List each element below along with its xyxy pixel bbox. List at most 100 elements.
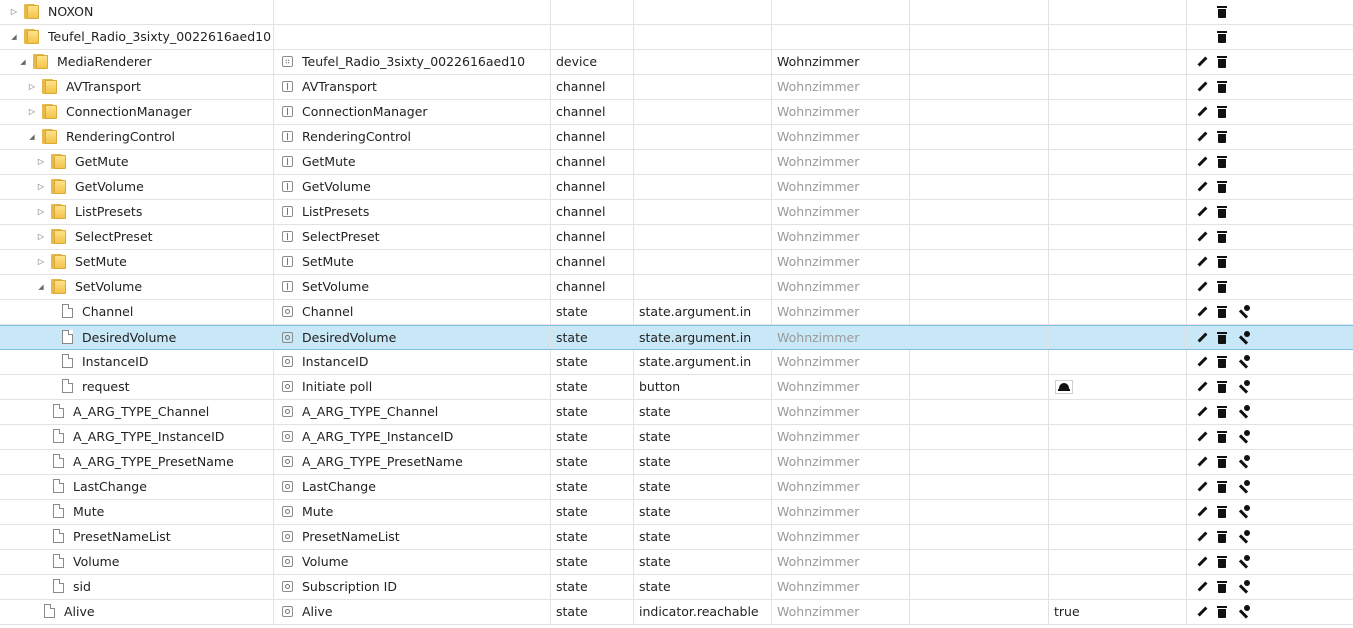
expand-toggle-icon[interactable]	[27, 100, 37, 124]
object-function[interactable]	[910, 250, 1049, 274]
wrench-icon[interactable]	[1235, 604, 1251, 620]
object-value[interactable]: true	[1049, 600, 1187, 624]
object-function[interactable]	[910, 75, 1049, 99]
edit-icon[interactable]	[1194, 104, 1210, 120]
delete-icon[interactable]	[1214, 429, 1230, 445]
edit-icon[interactable]	[1194, 54, 1210, 70]
delete-icon[interactable]	[1214, 54, 1230, 70]
edit-icon[interactable]	[1194, 604, 1210, 620]
object-function[interactable]	[910, 0, 1049, 24]
object-room[interactable]: Wohnzimmer	[772, 175, 910, 199]
object-value[interactable]	[1049, 150, 1187, 174]
object-room[interactable]: Wohnzimmer	[772, 575, 910, 599]
object-value[interactable]	[1049, 500, 1187, 524]
object-function[interactable]	[910, 200, 1049, 224]
delete-icon[interactable]	[1214, 479, 1230, 495]
object-function[interactable]	[910, 450, 1049, 474]
tree-row[interactable]: RenderingControl RenderingControl channel W…	[0, 125, 1353, 150]
expand-toggle-icon[interactable]	[27, 75, 37, 99]
object-value[interactable]	[1049, 300, 1187, 324]
object-function[interactable]	[910, 400, 1049, 424]
edit-icon[interactable]	[1194, 279, 1210, 295]
object-value[interactable]	[1049, 200, 1187, 224]
object-room[interactable]: Wohnzimmer	[772, 400, 910, 424]
delete-icon[interactable]	[1214, 204, 1230, 220]
tree-row[interactable]: DesiredVolume DesiredVolume state state.arg…	[0, 325, 1353, 350]
object-room[interactable]	[772, 25, 910, 49]
tree-row[interactable]: Teufel_Radio_3sixty_0022616aed10	[0, 25, 1353, 50]
delete-icon[interactable]	[1214, 179, 1230, 195]
tree-row[interactable]: InstanceID InstanceID state state.argument.…	[0, 350, 1353, 375]
wrench-icon[interactable]	[1235, 304, 1251, 320]
edit-icon[interactable]	[1194, 354, 1210, 370]
object-function[interactable]	[910, 300, 1049, 324]
object-value[interactable]	[1049, 550, 1187, 574]
tree-row[interactable]: Channel Channel state state.argument.in Wohn…	[0, 300, 1353, 325]
delete-icon[interactable]	[1214, 354, 1230, 370]
object-function[interactable]	[910, 275, 1049, 299]
object-function[interactable]	[910, 375, 1049, 399]
tree-row[interactable]: ListPresets ListPresets channel Wohnzimmer	[0, 200, 1353, 225]
expand-toggle-icon[interactable]	[36, 175, 46, 199]
tree-row[interactable]: A_ARG_TYPE_Channel A_ARG_TYPE_Channel stat…	[0, 400, 1353, 425]
object-room[interactable]: Wohnzimmer	[772, 300, 910, 324]
expand-toggle-icon[interactable]	[9, 0, 19, 24]
object-value[interactable]	[1049, 125, 1187, 149]
tree-row[interactable]: ConnectionManager ConnectionManager channe…	[0, 100, 1353, 125]
delete-icon[interactable]	[1214, 129, 1230, 145]
delete-icon[interactable]	[1214, 304, 1230, 320]
object-function[interactable]	[910, 100, 1049, 124]
tree-row[interactable]: A_ARG_TYPE_PresetName A_ARG_TYPE_PresetNa…	[0, 450, 1353, 475]
object-function[interactable]	[910, 350, 1049, 374]
wrench-icon[interactable]	[1235, 404, 1251, 420]
tree-row[interactable]: A_ARG_TYPE_InstanceID A_ARG_TYPE_Instance…	[0, 425, 1353, 450]
delete-icon[interactable]	[1214, 279, 1230, 295]
delete-icon[interactable]	[1214, 29, 1230, 45]
delete-icon[interactable]	[1214, 254, 1230, 270]
delete-icon[interactable]	[1214, 579, 1230, 595]
delete-icon[interactable]	[1214, 379, 1230, 395]
object-function[interactable]	[910, 600, 1049, 624]
tree-row[interactable]: SetMute SetMute channel Wohnzimmer	[0, 250, 1353, 275]
edit-icon[interactable]	[1194, 504, 1210, 520]
object-value[interactable]	[1049, 425, 1187, 449]
object-room[interactable]: Wohnzimmer	[772, 100, 910, 124]
tree-row[interactable]: SelectPreset SelectPreset channel Wohnzimme…	[0, 225, 1353, 250]
object-function[interactable]	[910, 50, 1049, 74]
object-room[interactable]: Wohnzimmer	[772, 600, 910, 624]
delete-icon[interactable]	[1214, 154, 1230, 170]
edit-icon[interactable]	[1194, 179, 1210, 195]
object-value[interactable]	[1049, 250, 1187, 274]
object-value[interactable]	[1049, 326, 1187, 349]
wrench-icon[interactable]	[1235, 429, 1251, 445]
wrench-icon[interactable]	[1235, 479, 1251, 495]
expand-toggle-icon[interactable]	[36, 250, 46, 274]
object-function[interactable]	[910, 500, 1049, 524]
object-room[interactable]: Wohnzimmer	[772, 500, 910, 524]
tree-row[interactable]: SetVolume SetVolume channel Wohnzimmer	[0, 275, 1353, 300]
object-room[interactable]: Wohnzimmer	[772, 50, 910, 74]
tree-row[interactable]: NOXON	[0, 0, 1353, 25]
edit-icon[interactable]	[1194, 404, 1210, 420]
tree-row[interactable]: request Initiate poll state button Wohnzimme…	[0, 375, 1353, 400]
object-function[interactable]	[910, 475, 1049, 499]
object-room[interactable]	[772, 0, 910, 24]
collapse-toggle-icon[interactable]	[9, 25, 19, 49]
object-room[interactable]: Wohnzimmer	[772, 326, 910, 349]
object-room[interactable]: Wohnzimmer	[772, 425, 910, 449]
object-room[interactable]: Wohnzimmer	[772, 375, 910, 399]
wrench-icon[interactable]	[1235, 579, 1251, 595]
object-function[interactable]	[910, 175, 1049, 199]
tree-row[interactable]: PresetNameList PresetNameList state state Wo…	[0, 525, 1353, 550]
wrench-icon[interactable]	[1235, 379, 1251, 395]
object-room[interactable]: Wohnzimmer	[772, 250, 910, 274]
tree-row[interactable]: GetVolume GetVolume channel Wohnzimmer	[0, 175, 1353, 200]
object-room[interactable]: Wohnzimmer	[772, 275, 910, 299]
object-room[interactable]: Wohnzimmer	[772, 350, 910, 374]
object-value[interactable]	[1049, 50, 1187, 74]
edit-icon[interactable]	[1194, 229, 1210, 245]
wrench-icon[interactable]	[1235, 504, 1251, 520]
object-value[interactable]	[1049, 25, 1187, 49]
edit-icon[interactable]	[1194, 479, 1210, 495]
object-value[interactable]	[1049, 525, 1187, 549]
